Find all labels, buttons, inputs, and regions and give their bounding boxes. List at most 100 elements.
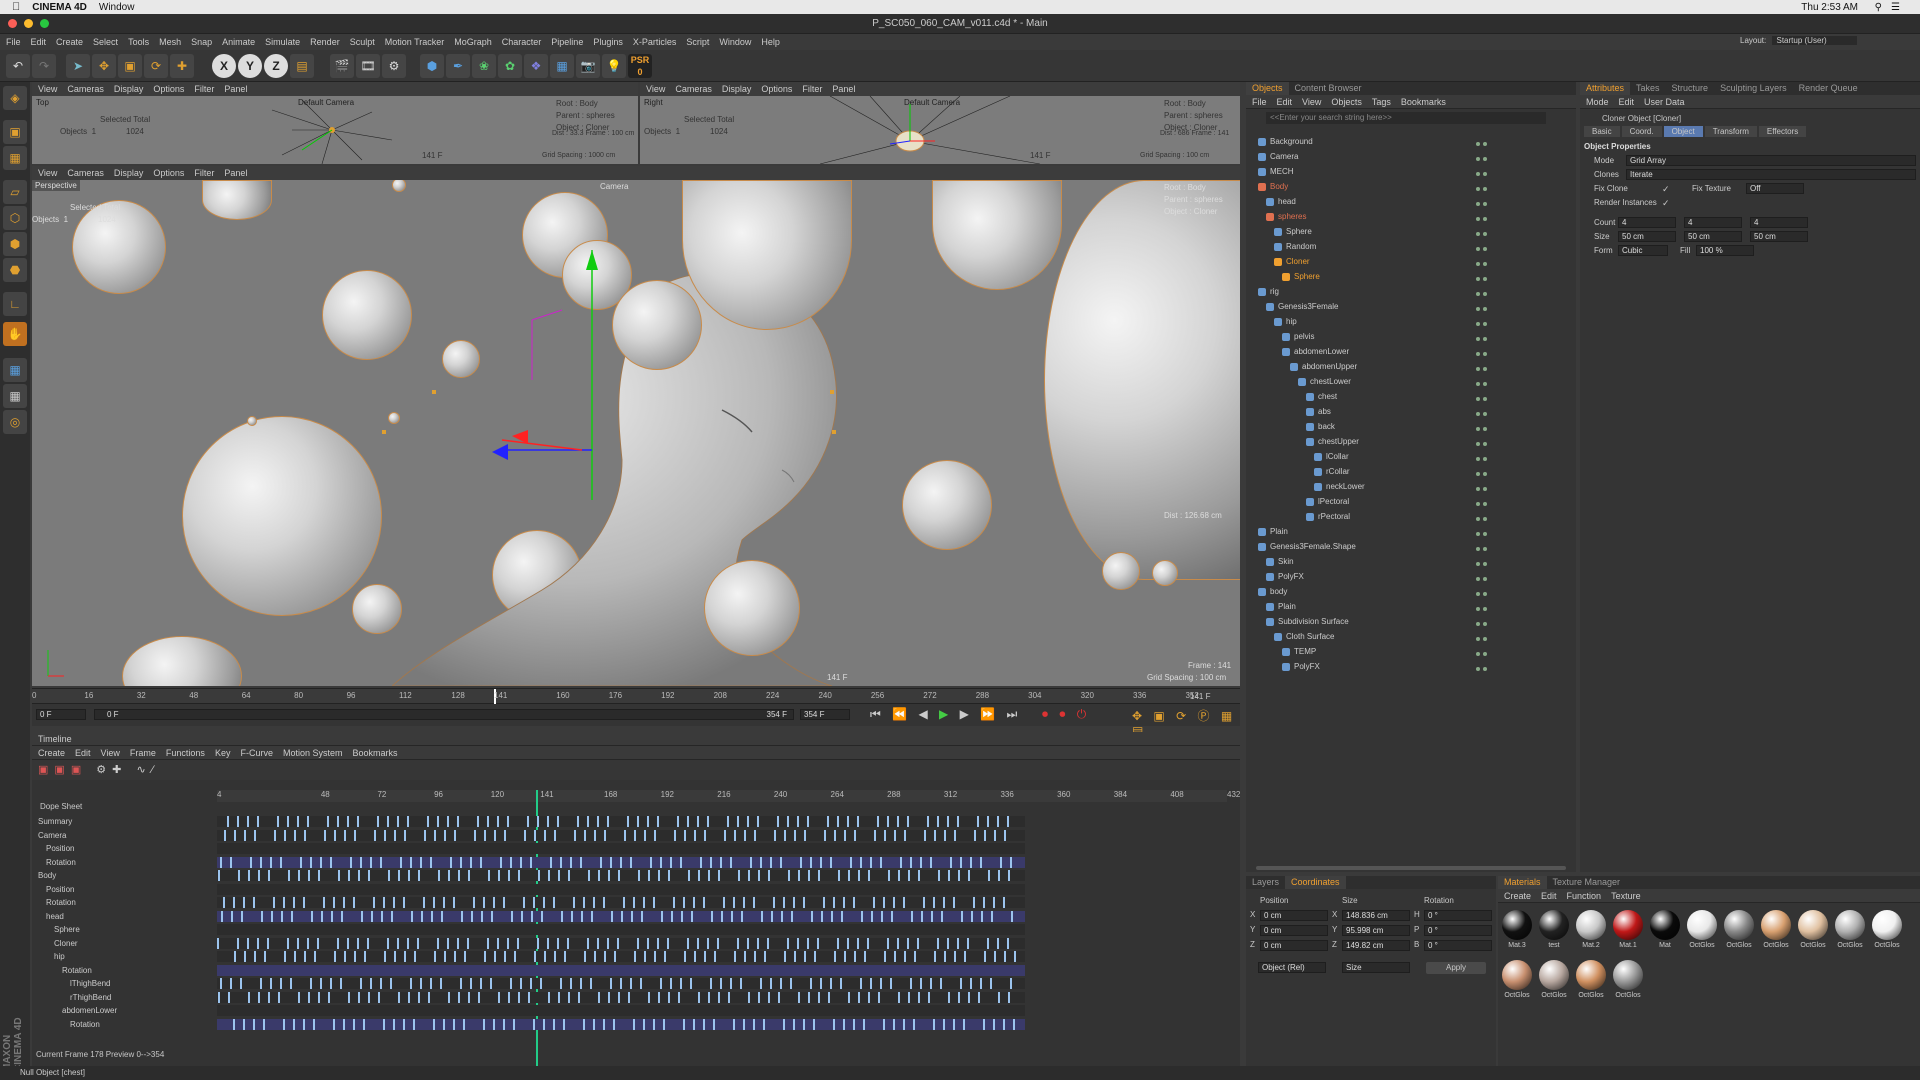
keyframe[interactable] bbox=[493, 1018, 495, 1030]
keyframe[interactable] bbox=[527, 816, 529, 827]
key-tool-icon[interactable]: ▣ bbox=[38, 764, 54, 776]
keyframe[interactable] bbox=[648, 870, 650, 881]
keyframe[interactable] bbox=[814, 951, 816, 962]
keyframe[interactable] bbox=[510, 978, 512, 989]
keyframe[interactable] bbox=[420, 856, 422, 868]
keyframe[interactable] bbox=[437, 937, 439, 949]
keyframe[interactable] bbox=[513, 1018, 515, 1030]
rotation-key-icon[interactable]: ⟳ bbox=[1176, 709, 1190, 723]
keyframe[interactable] bbox=[230, 856, 232, 868]
keyframe[interactable] bbox=[843, 897, 845, 908]
object-row[interactable]: Plain bbox=[1246, 601, 1576, 613]
keyframe[interactable] bbox=[960, 856, 962, 868]
track-lane[interactable] bbox=[217, 856, 1025, 868]
keyframe[interactable] bbox=[803, 897, 805, 908]
keyframe[interactable] bbox=[298, 870, 300, 881]
pla-key-icon[interactable]: ▦ bbox=[1221, 709, 1236, 723]
tab-attributes[interactable]: Attributes bbox=[1580, 82, 1631, 95]
keyframe[interactable] bbox=[387, 816, 389, 827]
position-field[interactable]: 0 cm bbox=[1260, 910, 1328, 921]
keyframe[interactable] bbox=[250, 856, 252, 868]
keyframe[interactable] bbox=[333, 897, 335, 908]
keyframe[interactable] bbox=[404, 829, 406, 841]
keyframe[interactable] bbox=[834, 829, 836, 841]
keyframe[interactable] bbox=[474, 829, 476, 841]
keyframe[interactable] bbox=[967, 937, 969, 949]
track-lane[interactable] bbox=[217, 978, 1025, 989]
keyframe[interactable] bbox=[380, 856, 382, 868]
top-viewport[interactable]: View Cameras Display Options Filter Panel Top… bbox=[32, 82, 638, 164]
keyframe[interactable] bbox=[983, 897, 985, 908]
object-row[interactable]: chestUpper bbox=[1246, 436, 1576, 448]
keyframe[interactable] bbox=[591, 910, 593, 922]
keyframe[interactable] bbox=[781, 910, 783, 922]
tab-materials[interactable]: Materials bbox=[1498, 876, 1547, 889]
object-row[interactable]: chestLower bbox=[1246, 376, 1576, 388]
visibility-flags[interactable] bbox=[1476, 333, 1496, 341]
keyframe[interactable] bbox=[917, 937, 919, 949]
keyframe[interactable] bbox=[294, 951, 296, 962]
keyframe[interactable] bbox=[833, 897, 835, 908]
keyframe[interactable] bbox=[273, 897, 275, 908]
object-row[interactable]: Skin bbox=[1246, 556, 1576, 568]
keyframe[interactable] bbox=[248, 870, 250, 881]
keyframe[interactable] bbox=[908, 991, 910, 1003]
attributes-menu-mode[interactable]: Mode bbox=[1586, 97, 1609, 107]
keyframe[interactable] bbox=[340, 978, 342, 989]
keyframe[interactable] bbox=[780, 856, 782, 868]
keyframe[interactable] bbox=[930, 978, 932, 989]
keyframe[interactable] bbox=[897, 937, 899, 949]
keyframe[interactable] bbox=[870, 978, 872, 989]
keyframe[interactable] bbox=[927, 816, 929, 827]
keyframe[interactable] bbox=[798, 870, 800, 881]
soft-selection-icon[interactable]: ✋ bbox=[3, 322, 27, 346]
keyframe[interactable] bbox=[218, 991, 220, 1003]
keyframe[interactable] bbox=[654, 829, 656, 841]
keyframe[interactable] bbox=[348, 870, 350, 881]
keyframe[interactable] bbox=[938, 870, 940, 881]
keyframe[interactable] bbox=[854, 829, 856, 841]
keyframe[interactable] bbox=[954, 829, 956, 841]
keyframe[interactable] bbox=[733, 897, 735, 908]
keyframe[interactable] bbox=[434, 829, 436, 841]
visibility-flags[interactable] bbox=[1476, 273, 1496, 281]
keyframe[interactable] bbox=[530, 856, 532, 868]
menu-animate[interactable]: Animate bbox=[222, 37, 255, 47]
keyframe[interactable] bbox=[947, 937, 949, 949]
keyframe[interactable] bbox=[433, 1018, 435, 1030]
keyframe[interactable] bbox=[670, 978, 672, 989]
size-z-field[interactable]: 50 cm bbox=[1750, 231, 1808, 242]
keyframe[interactable] bbox=[467, 937, 469, 949]
keyframe[interactable] bbox=[703, 1018, 705, 1030]
keyframe[interactable] bbox=[444, 951, 446, 962]
keyframe[interactable] bbox=[893, 1018, 895, 1030]
timeline-track-row[interactable]: Rotation bbox=[32, 857, 217, 868]
visibility-flags[interactable] bbox=[1476, 423, 1496, 431]
subtab-transform[interactable]: Transform bbox=[1704, 126, 1757, 137]
keyframe[interactable] bbox=[1007, 816, 1009, 827]
visibility-flags[interactable] bbox=[1476, 393, 1496, 401]
keyframe[interactable] bbox=[553, 897, 555, 908]
keyframe[interactable] bbox=[933, 897, 935, 908]
keyframe[interactable] bbox=[547, 816, 549, 827]
keyframe[interactable] bbox=[243, 1018, 245, 1030]
keyframe[interactable] bbox=[761, 910, 763, 922]
add-tool-icon[interactable]: ✚ bbox=[170, 54, 194, 78]
keyframe[interactable] bbox=[560, 978, 562, 989]
keyframe[interactable] bbox=[621, 910, 623, 922]
layout-value[interactable]: Startup (User) bbox=[1772, 36, 1857, 45]
keyframe[interactable] bbox=[813, 1018, 815, 1030]
keyframe[interactable] bbox=[570, 978, 572, 989]
visibility-flags[interactable] bbox=[1476, 258, 1496, 266]
keyframe[interactable] bbox=[403, 897, 405, 908]
keyframe[interactable] bbox=[857, 937, 859, 949]
keyframe[interactable] bbox=[668, 870, 670, 881]
keyframe[interactable] bbox=[791, 910, 793, 922]
timeline-menu-functions[interactable]: Functions bbox=[166, 748, 205, 758]
search-icon[interactable]: ⚲ bbox=[1875, 2, 1882, 13]
menu-render[interactable]: Render bbox=[310, 37, 340, 47]
tab-objects[interactable]: Objects bbox=[1246, 82, 1289, 95]
keyframe[interactable] bbox=[987, 937, 989, 949]
keyframe[interactable] bbox=[390, 978, 392, 989]
keyframe[interactable] bbox=[440, 978, 442, 989]
